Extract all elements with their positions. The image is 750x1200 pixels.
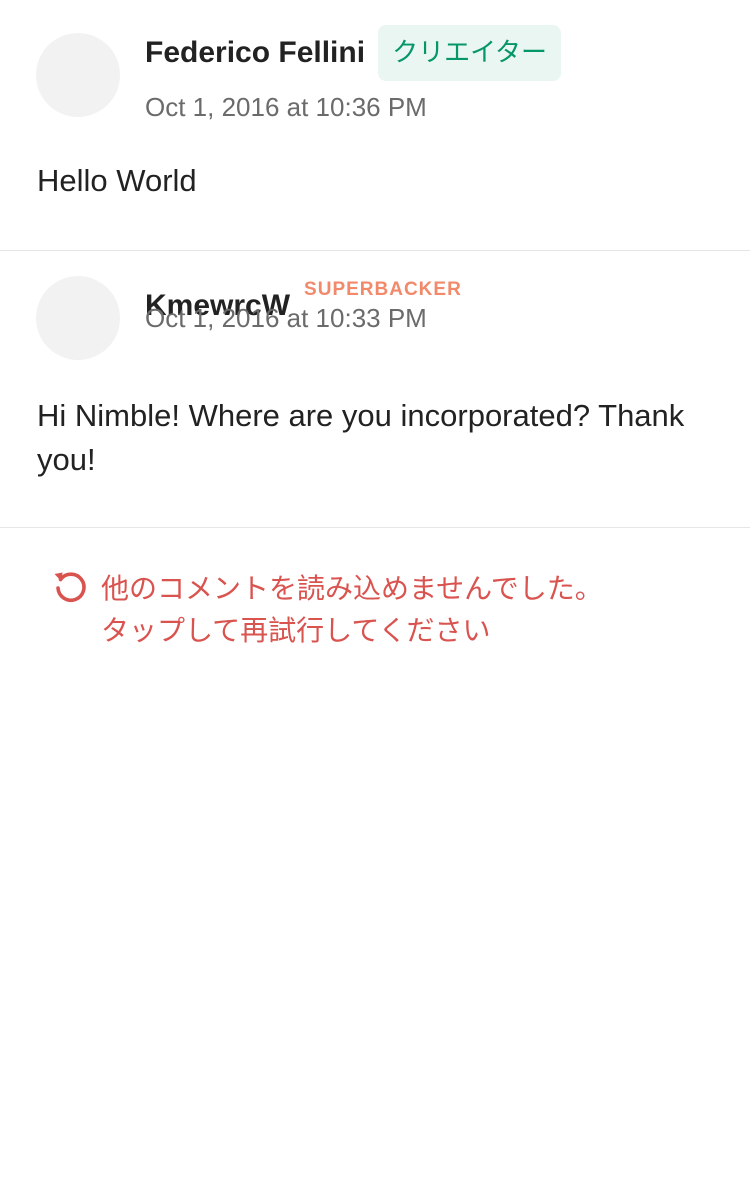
retry-message: 他のコメントを読み込めませんでした。 タップして再試行してください (101, 568, 603, 652)
retry-message-line-1: 他のコメントを読み込めませんでした。 (101, 572, 603, 605)
avatar[interactable] (36, 33, 120, 117)
creator-badge: クリエイター (378, 25, 562, 81)
comment-author[interactable]: Federico Fellini (145, 25, 365, 81)
comment-item: Federico Fellini クリエイター Oct 1, 2016 at 1… (0, 0, 750, 251)
retry-message-line-2: タップして再試行してください (101, 614, 491, 647)
comment-body: Hi Nimble! Where are you incorporated? T… (37, 398, 685, 477)
comment-list: Federico Fellini クリエイター Oct 1, 2016 at 1… (0, 0, 750, 658)
comment-timestamp: Oct 1, 2016 at 10:36 PM (145, 92, 427, 122)
comment-header: Federico Fellini クリエイター (145, 25, 562, 81)
comment-timestamp: Oct 1, 2016 at 10:33 PM (145, 303, 427, 333)
comment-item: KmewrcW SUPERBACKER Oct 1, 2016 at 10:33… (0, 251, 750, 528)
comment-body: Hello World (37, 163, 197, 198)
avatar[interactable] (36, 276, 120, 360)
superbacker-badge: SUPERBACKER (304, 279, 462, 300)
retry-icon (54, 572, 86, 602)
retry-load-comments-button[interactable]: 他のコメントを読み込めませんでした。 タップして再試行してください (0, 528, 750, 658)
